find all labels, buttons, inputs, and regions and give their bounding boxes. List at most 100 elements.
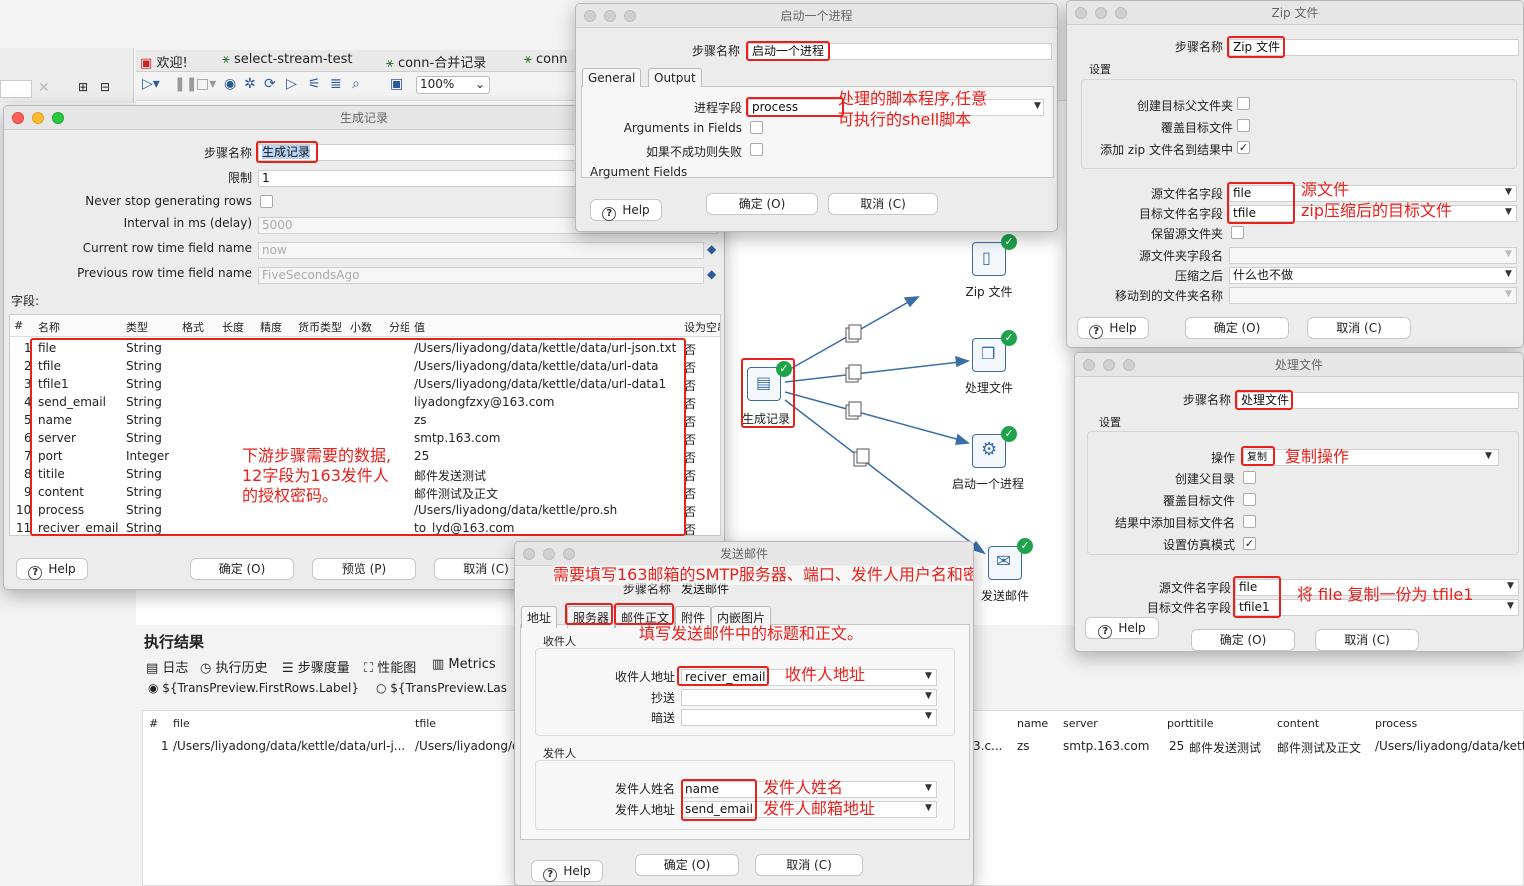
col-header[interactable]: 货币类型 bbox=[298, 319, 342, 335]
close-icon[interactable] bbox=[584, 10, 596, 22]
simulate-checkbox[interactable]: ✓ bbox=[1243, 537, 1256, 550]
col-header[interactable]: 名称 bbox=[38, 319, 60, 335]
add-result-checkbox[interactable] bbox=[1243, 515, 1256, 528]
help-button[interactable]: ? Help bbox=[1077, 317, 1149, 339]
maximize-icon[interactable] bbox=[1123, 359, 1135, 371]
annotation-text: 填写发送邮件中的标题和正文。 bbox=[639, 624, 864, 643]
help-button[interactable]: ? Help bbox=[590, 199, 662, 221]
minimize-icon[interactable] bbox=[32, 112, 44, 124]
variable-icon[interactable]: ◆ bbox=[707, 242, 716, 256]
overwrite-checkbox[interactable] bbox=[1237, 119, 1250, 132]
add-result-label: 添加 zip 文件名到结果中 bbox=[1100, 143, 1233, 157]
after-select[interactable]: 什么也不做 bbox=[1229, 267, 1517, 284]
button-label: Help bbox=[563, 864, 591, 878]
fail-checkbox[interactable] bbox=[750, 143, 763, 156]
move-folder-select[interactable] bbox=[1229, 287, 1517, 304]
maximize-icon[interactable] bbox=[624, 10, 636, 22]
dropdown-arrow-icon[interactable]: ▼ bbox=[925, 803, 932, 813]
table-cell[interactable]: 否 bbox=[684, 449, 720, 466]
operation-select[interactable]: 复制 bbox=[1243, 449, 1499, 466]
tab-address[interactable]: 地址 bbox=[521, 606, 558, 628]
col-header[interactable]: 类型 bbox=[126, 319, 148, 335]
node-process-files[interactable]: ❐ bbox=[972, 338, 1006, 372]
node-send-mail[interactable]: ✉ bbox=[988, 546, 1022, 580]
files-icon: ❐ bbox=[981, 344, 996, 363]
col-header[interactable]: 分组 bbox=[389, 319, 409, 335]
table-cell[interactable]: 否 bbox=[684, 413, 720, 430]
col-header[interactable]: 小数 bbox=[350, 319, 372, 335]
dropdown-arrow-icon[interactable]: ▼ bbox=[1507, 581, 1514, 591]
table-cell[interactable]: 否 bbox=[684, 521, 720, 535]
cancel-button[interactable]: 取消 (C) bbox=[1307, 317, 1411, 339]
dropdown-arrow-icon[interactable]: ▼ bbox=[1485, 451, 1492, 461]
help-button[interactable]: ? Help bbox=[16, 558, 88, 580]
table-cell[interactable]: 否 bbox=[684, 485, 720, 502]
table-cell[interactable]: 否 bbox=[684, 359, 720, 376]
prev-time-input[interactable]: FiveSecondsAgo bbox=[258, 267, 704, 284]
table-cell[interactable]: 否 bbox=[684, 467, 720, 484]
keep-src-checkbox[interactable] bbox=[1231, 226, 1244, 239]
dropdown-arrow-icon[interactable]: ▼ bbox=[1505, 269, 1512, 279]
ok-button[interactable]: 确定 (O) bbox=[1185, 317, 1289, 339]
preview-button[interactable]: 预览 (P) bbox=[312, 558, 416, 580]
table-cell[interactable]: 否 bbox=[684, 503, 720, 520]
node-zip-file[interactable]: ▯ bbox=[972, 242, 1006, 276]
maximize-icon[interactable] bbox=[1115, 7, 1127, 19]
col-header[interactable]: 长度 bbox=[222, 319, 244, 335]
table-cell[interactable]: 否 bbox=[684, 395, 720, 412]
create-parent-checkbox[interactable] bbox=[1237, 97, 1250, 110]
tab-general[interactable]: General bbox=[582, 68, 642, 87]
args-checkbox[interactable] bbox=[750, 121, 763, 134]
table-cell[interactable]: 否 bbox=[684, 431, 720, 448]
cc-select[interactable] bbox=[681, 689, 937, 706]
col-header[interactable]: 精度 bbox=[260, 319, 282, 335]
overwrite-checkbox[interactable] bbox=[1243, 493, 1256, 506]
dropdown-arrow-icon[interactable]: ▼ bbox=[1505, 207, 1512, 217]
ok-button[interactable]: 确定 (O) bbox=[635, 854, 739, 876]
cancel-button[interactable]: 取消 (C) bbox=[1315, 629, 1419, 651]
dropdown-arrow-icon[interactable]: ▼ bbox=[1505, 249, 1512, 259]
close-icon[interactable] bbox=[1083, 359, 1095, 371]
help-button[interactable]: ? Help bbox=[1085, 617, 1159, 639]
ok-button[interactable]: 确定 (O) bbox=[706, 193, 818, 215]
close-icon[interactable] bbox=[1075, 7, 1087, 19]
dropdown-arrow-icon[interactable]: ▼ bbox=[1507, 601, 1514, 611]
close-icon[interactable] bbox=[523, 548, 535, 560]
after-label: 压缩之后 bbox=[1174, 269, 1223, 283]
dropdown-arrow-icon[interactable]: ▼ bbox=[925, 711, 932, 721]
dropdown-arrow-icon[interactable]: ▼ bbox=[1034, 101, 1041, 111]
col-header[interactable]: 值 bbox=[414, 319, 425, 335]
close-icon[interactable] bbox=[12, 112, 24, 124]
table-cell[interactable]: 否 bbox=[684, 377, 720, 394]
ok-button[interactable]: 确定 (O) bbox=[190, 558, 294, 580]
col-header[interactable]: # bbox=[14, 319, 23, 332]
cancel-button[interactable]: 取消 (C) bbox=[755, 854, 863, 876]
col-header[interactable]: 格式 bbox=[182, 319, 204, 335]
col-header[interactable]: 设为空串 bbox=[684, 319, 720, 335]
minimize-icon[interactable] bbox=[1095, 7, 1107, 19]
node-exec-process[interactable]: ⚙ bbox=[972, 434, 1006, 468]
variable-icon[interactable]: ◆ bbox=[707, 267, 716, 281]
dropdown-arrow-icon[interactable]: ▼ bbox=[925, 691, 932, 701]
dropdown-arrow-icon[interactable]: ▼ bbox=[925, 671, 932, 681]
dropdown-arrow-icon[interactable]: ▼ bbox=[1505, 187, 1512, 197]
minimize-icon[interactable] bbox=[1103, 359, 1115, 371]
ok-button[interactable]: 确定 (O) bbox=[1191, 629, 1295, 651]
cur-time-input[interactable]: now bbox=[258, 242, 704, 259]
dropdown-arrow-icon[interactable]: ▼ bbox=[925, 783, 932, 793]
help-icon: ? bbox=[28, 566, 43, 580]
help-button[interactable]: ? Help bbox=[531, 860, 603, 882]
table-cell[interactable]: 否 bbox=[684, 341, 720, 358]
maximize-icon[interactable] bbox=[52, 112, 64, 124]
minimize-icon[interactable] bbox=[543, 548, 555, 560]
minimize-icon[interactable] bbox=[604, 10, 616, 22]
create-parent-checkbox[interactable] bbox=[1243, 471, 1256, 484]
cancel-button[interactable]: 取消 (C) bbox=[828, 193, 938, 215]
tab-output[interactable]: Output bbox=[648, 68, 702, 87]
dropdown-arrow-icon[interactable]: ▼ bbox=[1505, 289, 1512, 299]
src-folder-select[interactable] bbox=[1229, 247, 1517, 264]
bcc-select[interactable] bbox=[681, 709, 937, 726]
never-stop-checkbox[interactable] bbox=[260, 195, 273, 208]
maximize-icon[interactable] bbox=[563, 548, 575, 560]
add-result-checkbox[interactable]: ✓ bbox=[1237, 141, 1250, 154]
